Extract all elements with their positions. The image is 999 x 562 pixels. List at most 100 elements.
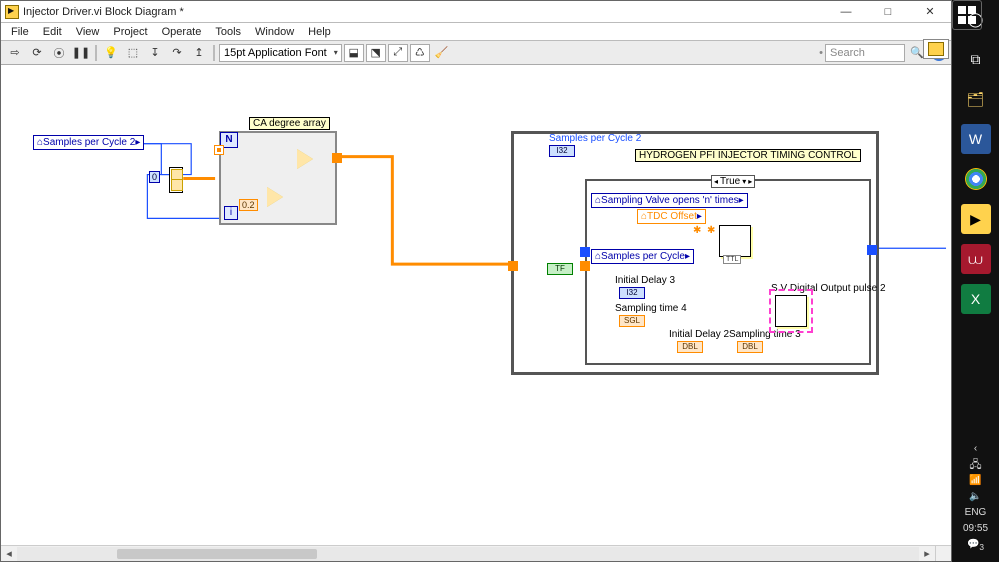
menu-help[interactable]: Help [302,25,337,39]
scroll-left-button[interactable]: ◂ [1,547,17,561]
free-label-ca-degree-array[interactable]: CA degree array [249,117,330,130]
seq-input-tunnel-orange[interactable] [580,261,590,271]
indicator-terminal-i32[interactable]: I32 [549,145,575,157]
subvi-ttl-caption: TTL [723,255,741,264]
horizontal-scrollbar[interactable]: ◂ ▸ [1,545,935,561]
terminal-initial-delay-2[interactable]: DBL [677,341,703,353]
terminal-sampling-time-3[interactable]: DBL [737,341,763,353]
coercion-dot-icon: ✱ [693,225,701,233]
tray-network-icon[interactable]: 🖧 [963,458,988,472]
control-samples-per-cycle-2[interactable]: ⌂Samples per Cycle 2▸ [33,135,144,150]
seq-input-tunnel-blue[interactable] [580,247,590,257]
step-in-button[interactable]: ↧ [145,44,165,62]
menu-file[interactable]: File [5,25,35,39]
scrollbar-thumb[interactable] [117,549,317,559]
menu-tools[interactable]: Tools [209,25,247,39]
mendeley-icon[interactable]: ⩊ [961,244,991,274]
step-over-button[interactable]: ↷ [167,44,187,62]
case-dropdown-icon[interactable]: ▾ [742,177,746,186]
distribute-button[interactable]: ⬔ [366,44,386,62]
start-button[interactable] [952,0,982,30]
toolbar: ⇨ ⟳ ⦿ ❚❚ 💡 ⬚ ↧ ↷ ↥ 15pt Application Font… [1,41,951,65]
menubar: File Edit View Project Operate Tools Win… [1,23,951,41]
control-samples-per-cycle[interactable]: ⌂Samples per Cycle▸ [591,249,694,264]
subvi-ttl[interactable] [719,225,751,257]
reorder-button[interactable]: ♺ [410,44,430,62]
retain-wire-button[interactable]: ⬚ [123,44,143,62]
control-sampling-valve-opens[interactable]: ⌂Sampling Valve opens 'n' times▸ [591,193,748,208]
window-title: Injector Driver.vi Block Diagram * [23,6,825,18]
minimize-button[interactable]: — [825,1,867,23]
for-output-autoindex-tunnel[interactable] [332,153,342,163]
multiply-node[interactable] [267,187,283,207]
menu-window[interactable]: Window [249,25,300,39]
menu-operate[interactable]: Operate [156,25,208,39]
tray-overflow-icon[interactable]: ‹ [963,442,988,456]
scroll-right-button[interactable]: ▸ [919,547,935,561]
search-input[interactable]: Search [825,44,905,62]
abort-button[interactable]: ⦿ [49,44,69,62]
step-out-button[interactable]: ↥ [189,44,209,62]
tray-clock[interactable]: 09:55 [963,522,988,536]
case-prev-icon[interactable]: ◂ [714,177,718,186]
close-button[interactable]: ✕ [909,1,951,23]
run-button[interactable]: ⇨ [5,44,25,62]
windows-taskbar: ◯ ⧉ 🗂 W ▶ ⩊ X ‹ 🖧 📶 🔈 ENG 09:55 💬3 [952,0,999,562]
file-explorer-icon[interactable]: 🗂 [961,84,991,114]
case-selector[interactable]: ◂ True ▾ ▸ [711,175,755,188]
pause-button[interactable]: ❚❚ [71,44,91,62]
search-placeholder: Search [830,47,865,59]
font-selector[interactable]: 15pt Application Font [219,44,342,62]
separator [95,45,97,61]
scrollbar-corner [935,545,951,561]
block-diagram-canvas[interactable]: ⌂Samples per Cycle 2▸ 0 CA degree array … [1,67,951,543]
align-button[interactable]: ⬓ [344,44,364,62]
numeric-constant-step[interactable]: 0.2 [239,199,258,211]
label-sampling-time-4: Sampling time 4 [615,303,687,314]
build-array-node[interactable] [169,167,183,193]
run-cont-button[interactable]: ⟳ [27,44,47,62]
terminal-icon: ▸ [739,195,744,206]
titlebar[interactable]: Injector Driver.vi Block Diagram * — □ ✕ [1,1,951,23]
labview-taskbar-icon[interactable]: ▶ [961,204,991,234]
for-loop[interactable]: N i [219,131,337,225]
control-label: Sampling Valve opens 'n' times [601,195,739,206]
seq-outer-tunnel-orange[interactable] [508,261,518,271]
search-icon: • [819,47,823,59]
cleanup-button[interactable]: 🧹 [432,44,452,62]
highlight-exec-button[interactable]: 💡 [101,44,121,62]
control-tdc-offset[interactable]: ⌂TDC Offset▸ [637,209,706,224]
tray-wifi-icon[interactable]: 📶 [963,474,988,488]
bool-terminal-tf[interactable]: TF [547,263,573,275]
case-next-icon[interactable]: ▸ [748,177,752,186]
case-output-tunnel-blue[interactable] [867,245,877,255]
add-node[interactable] [297,149,313,169]
terminal-icon: ▸ [697,211,702,222]
coercion-dot-icon: ✱ [707,225,715,233]
numeric-constant-zero[interactable]: 0 [149,171,160,183]
vi-icon[interactable] [923,39,949,59]
menu-view[interactable]: View [70,25,106,39]
for-input-tunnel[interactable] [214,145,224,155]
menu-edit[interactable]: Edit [37,25,68,39]
notification-count: 3 [979,542,984,552]
terminal-sampling-time-4[interactable]: SGL [619,315,645,327]
label-sampling-time-3: Sampling time 3 [729,329,801,340]
terminal-initial-delay-3[interactable]: I32 [619,287,645,299]
font-label: 15pt Application Font [224,47,327,59]
tray-language[interactable]: ENG [963,506,988,520]
case-value: True [720,176,740,187]
tray-action-center-icon[interactable]: 💬3 [963,538,988,554]
maximize-button[interactable]: □ [867,1,909,23]
scrollbar-track[interactable] [17,547,919,561]
ms-excel-icon[interactable]: X [961,284,991,314]
resize-button[interactable]: ⤢ [388,44,408,62]
ms-word-icon[interactable]: W [961,124,991,154]
tray-volume-icon[interactable]: 🔈 [963,490,988,504]
free-label-seq-title[interactable]: HYDROGEN PFI INJECTOR TIMING CONTROL [635,149,861,162]
menu-project[interactable]: Project [107,25,153,39]
label-samples-per-cycle-2: Samples per Cycle 2 [549,133,641,144]
subvi-sv-digital-output[interactable] [775,295,807,327]
task-view-icon[interactable]: ⧉ [961,44,991,74]
chrome-icon[interactable] [961,164,991,194]
